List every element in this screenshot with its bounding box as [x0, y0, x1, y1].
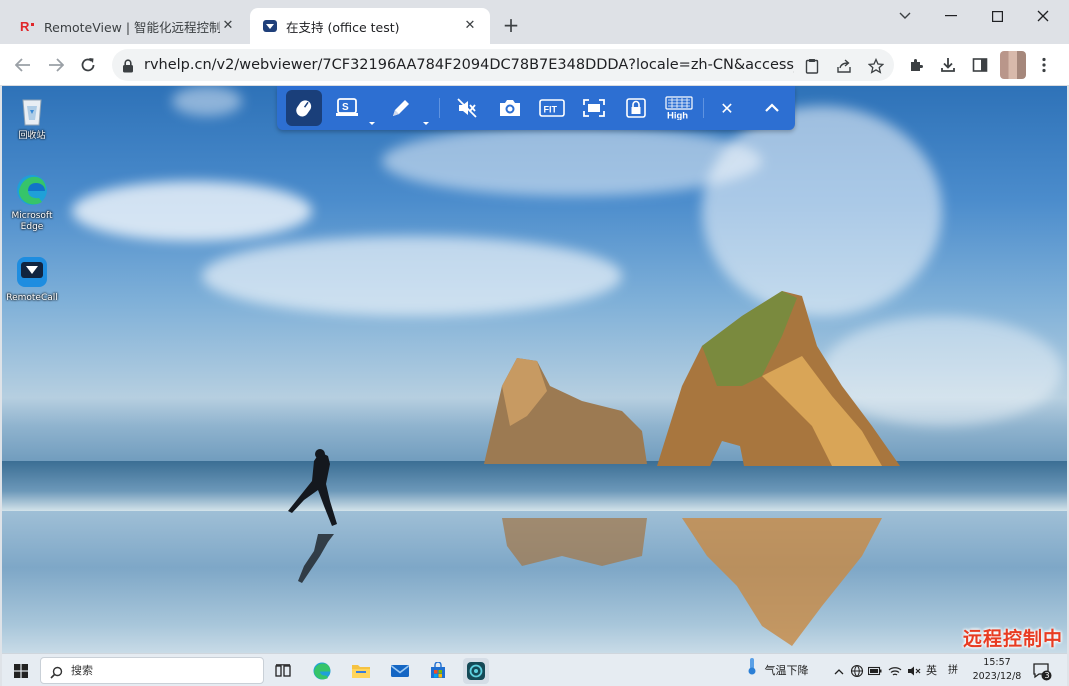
lock-icon[interactable] [122, 58, 136, 73]
browser-menu-icon[interactable] [1033, 54, 1055, 76]
fit-screen-button[interactable]: FIT [534, 90, 570, 126]
maximize-button[interactable] [981, 6, 1013, 26]
ime-mode-indicator[interactable]: 拼 [948, 654, 958, 686]
screen-lock-button[interactable] [618, 90, 654, 126]
extensions-puzzle-icon[interactable] [905, 54, 927, 76]
clock-time: 15:57 [983, 657, 1011, 668]
tab-strip: R RemoteView | 智能化远程控制 ✕ 在支持 (office tes… [0, 0, 1069, 44]
notification-count: 3 [1044, 671, 1050, 680]
toolbar-divider [703, 98, 704, 118]
edge-icon [14, 172, 50, 208]
tab-title: 在支持 (office test) [286, 19, 400, 35]
clipboard-icon[interactable] [802, 56, 822, 76]
tab-remoteview[interactable]: R RemoteView | 智能化远程控制 ✕ [8, 8, 248, 44]
task-view-icon[interactable] [270, 658, 296, 684]
fullscreen-button[interactable] [576, 90, 612, 126]
desktop-icon-label: Microsoft Edge [11, 211, 53, 232]
desktop-icon-remotecall[interactable]: RemoteCall [4, 254, 60, 304]
quality-label: High [667, 111, 688, 121]
side-panel-icon[interactable] [969, 54, 991, 76]
remote-control-toolbar: S FIT High ✕ [277, 86, 795, 130]
remotecall-favicon-icon [262, 18, 278, 34]
taskbar-search-box[interactable]: 搜索 [40, 657, 264, 684]
remote-taskbar: 搜索 气温下降 英 拼 15:57 2023/12/8 3 [2, 653, 1067, 686]
end-session-close-button[interactable]: ✕ [709, 90, 745, 126]
window-close-button[interactable] [1027, 6, 1059, 26]
taskbar-remotecall-app-icon[interactable] [463, 658, 489, 684]
quality-high-button[interactable]: High [661, 90, 697, 126]
toolbar-divider [439, 98, 440, 118]
reload-button[interactable] [75, 52, 101, 78]
back-button[interactable] [10, 52, 36, 78]
special-keys-button[interactable]: S [329, 90, 365, 126]
file-explorer-icon[interactable] [348, 658, 374, 684]
url-text[interactable]: rvhelp.cn/v2/webviewer/7CF32196AA784F209… [144, 49, 794, 81]
browser-toolbar: rvhelp.cn/v2/webviewer/7CF32196AA784F209… [0, 44, 1069, 86]
minimize-button[interactable] [935, 6, 967, 26]
share-icon[interactable] [834, 56, 854, 76]
desktop-icon-label: 回收站 [18, 131, 46, 141]
windows-start-icon[interactable] [8, 658, 34, 684]
remote-desktop-viewport[interactable]: 回收站 Microsoft Edge RemoteCall S FIT High… [2, 86, 1067, 653]
notification-center-icon[interactable]: 3 [1032, 661, 1052, 681]
mouse-control-button[interactable] [286, 90, 322, 126]
weather-widget[interactable]: 气温下降 [747, 654, 809, 686]
wifi-icon[interactable] [888, 654, 902, 686]
search-placeholder: 搜索 [71, 664, 93, 677]
taskbar-clock[interactable]: 15:57 2023/12/8 [966, 656, 1028, 684]
search-icon [50, 664, 63, 683]
volume-muted-icon[interactable] [907, 654, 921, 686]
weather-text: 气温下降 [764, 664, 809, 677]
remoteview-logo-icon: R [20, 18, 36, 34]
ime-language-indicator[interactable]: 英 [926, 654, 937, 686]
address-bar[interactable]: rvhelp.cn/v2/webviewer/7CF32196AA784F209… [112, 49, 894, 81]
remote-control-status-badge: 远程控制中 [962, 628, 1063, 650]
forward-button[interactable] [43, 52, 69, 78]
tab-close-icon[interactable]: ✕ [462, 18, 478, 34]
tab-title: RemoteView | 智能化远程控制 [44, 19, 220, 35]
clock-date: 2023/12/8 [972, 671, 1022, 682]
special-keys-dropdown-icon[interactable] [368, 112, 376, 125]
tab-office-test[interactable]: 在支持 (office test) ✕ [250, 8, 490, 44]
recycle-bin-icon [14, 92, 50, 128]
bookmark-star-icon[interactable] [866, 56, 886, 76]
collapse-toolbar-chevron-icon[interactable] [754, 90, 790, 126]
desktop-icon-edge[interactable]: Microsoft Edge [4, 172, 60, 233]
svg-text:S: S [342, 102, 349, 113]
remotecall-icon [14, 254, 50, 290]
download-icon[interactable] [937, 54, 959, 76]
svg-text:R: R [20, 19, 30, 33]
show-hidden-icons-chevron-icon[interactable] [834, 654, 844, 686]
profile-avatar[interactable] [1000, 51, 1026, 79]
tab-close-icon[interactable]: ✕ [220, 18, 236, 34]
browser-window: R RemoteView | 智能化远程控制 ✕ 在支持 (office tes… [0, 0, 1069, 686]
draw-pen-dropdown-icon[interactable] [422, 112, 430, 125]
desktop-icon-label: RemoteCall [6, 293, 58, 303]
network-globe-icon[interactable] [850, 654, 864, 686]
thermometer-icon [747, 655, 757, 686]
draw-pen-button[interactable] [383, 90, 419, 126]
sound-mute-button[interactable] [449, 90, 485, 126]
mail-icon[interactable] [387, 658, 413, 684]
battery-icon[interactable] [867, 654, 882, 686]
microsoft-store-icon[interactable] [425, 658, 451, 684]
screenshot-camera-button[interactable] [492, 90, 528, 126]
desktop-icon-recycle-bin[interactable]: 回收站 [4, 92, 60, 142]
tab-search-chevron-icon[interactable] [889, 6, 921, 26]
new-tab-button[interactable]: + [500, 14, 522, 36]
fit-label: FIT [544, 105, 558, 115]
taskbar-edge-icon[interactable] [309, 658, 335, 684]
